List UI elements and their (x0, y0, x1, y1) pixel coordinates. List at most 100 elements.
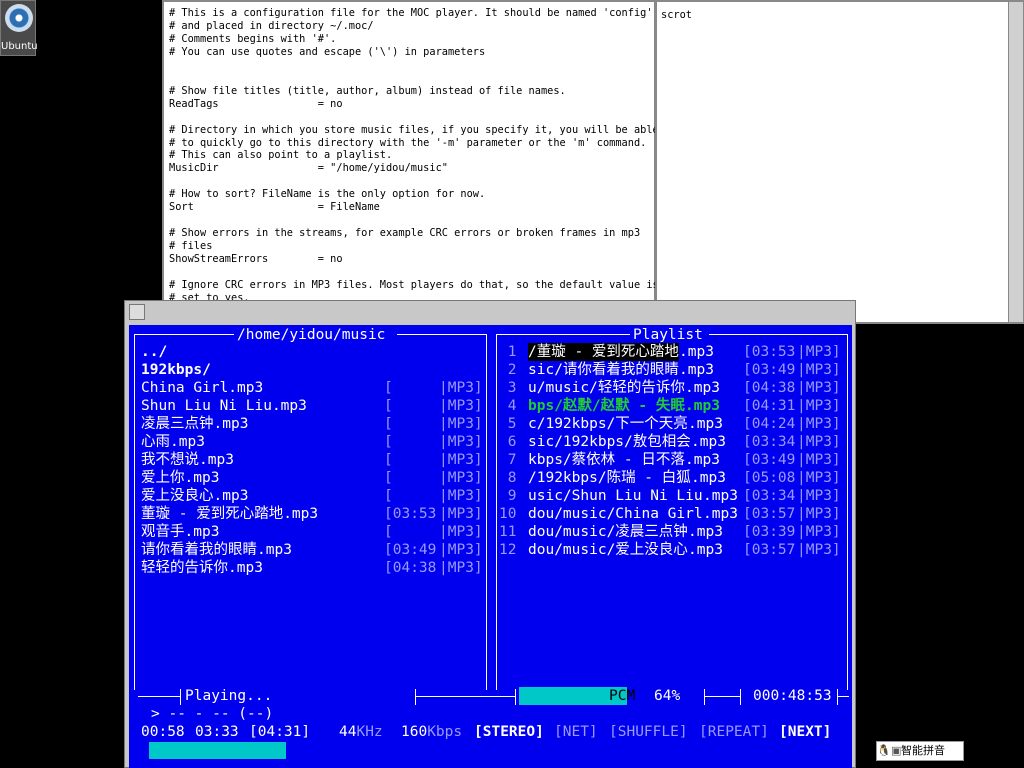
playlist-row[interactable]: 10 dou/music/China Girl .mp3 [03:57 |MP3] (497, 505, 847, 523)
total-time: 000:48:53 (753, 688, 832, 704)
stereo-indicator: [STEREO] (474, 724, 544, 740)
moc-terminal[interactable]: /home/yidou/music Playlist ../ 192kbps/Ch… (129, 325, 852, 768)
playlist-row[interactable]: 7 kbps/蔡依林 - 日不落 .mp3 [03:49 |MP3] (497, 451, 847, 469)
editor-window[interactable]: # This is a configuration file for the M… (162, 0, 659, 324)
status-tick-mid2 (515, 689, 516, 705)
browser-row[interactable]: 爱上你.mp3 [ |MP3] (129, 469, 486, 487)
playlist-entry-path: sic/请你看着我的眼睛 (528, 362, 679, 378)
browser-entry-time: [ (384, 380, 437, 396)
playlist-entry-number: 6 (499, 434, 517, 450)
browser-row[interactable]: 凌晨三点钟.mp3 [ |MP3] (129, 415, 486, 433)
playlist-row[interactable]: 4 bps/赵默/赵默 - 失眠 .mp3 [04:31 |MP3] (497, 397, 847, 415)
editor-line: # Comments begins with '#'. (169, 32, 337, 45)
browser-entry-format: |MP3] (439, 470, 483, 486)
playlist-entry-time: [05:08 (743, 470, 796, 486)
browser-row[interactable]: 董璇 - 爱到死心踏地.mp3 [03:53 |MP3] (129, 505, 486, 523)
playlist-entry-path: u/music/轻轻的告诉你 (528, 380, 685, 396)
playlist-entry-ext: .mp3 (691, 470, 726, 486)
playlist-entry-ext: .mp3 (679, 362, 714, 378)
playlist-entry-path: sic/192kbps/敖包相会 (528, 434, 691, 450)
status-border-right2 (837, 696, 849, 697)
playlist-row[interactable]: 3 u/music/轻轻的告诉你 .mp3 [04:38 |MP3] (497, 379, 847, 397)
playlist-entry-number: 3 (499, 380, 517, 396)
browser-entry-format: |MP3] (439, 488, 483, 504)
next-toggle[interactable]: [NEXT] (779, 723, 831, 741)
playlist-entry-format: |MP3] (797, 452, 841, 468)
browser-row[interactable]: 192kbps/ (129, 361, 486, 379)
playlist-entry-format: |MP3] (797, 362, 841, 378)
browser-row[interactable]: 轻轻的告诉你.mp3 [04:38 |MP3] (129, 559, 486, 577)
bitrate: 160Kbps (401, 723, 462, 741)
browser-entry-time: [ (384, 434, 437, 450)
editor-line: # Show file titles (title, author, album… (169, 84, 566, 97)
editor-line: # Ignore CRC errors in MP3 files. Most p… (169, 279, 659, 292)
current-title: > -- - -- (--) (151, 706, 274, 722)
playlist-entry-path: dou/music/凌晨三点钟 (528, 524, 688, 540)
browser-entry-format: |MP3] (439, 434, 483, 450)
browser-entry-name: 观音手.mp3 (141, 524, 220, 540)
sample-rate-unit: KHz (356, 724, 383, 740)
playlist-row[interactable]: 8/192kbps/陈瑞 - 白狐 .mp3 [05:08 |MP3] (497, 469, 847, 487)
playlist-entry-number: 8 (499, 470, 517, 486)
repeat-toggle[interactable]: [REPEAT] (699, 723, 769, 741)
shuffle-toggle[interactable]: [SHUFFLE] (609, 723, 688, 741)
ubuntu-desktop-icon[interactable]: Ubuntu (0, 0, 37, 56)
playlist-border-top-right (709, 334, 848, 335)
browser-entry-time: [ (384, 452, 437, 468)
playlist-entry-time: [03:34 (743, 434, 796, 450)
playlist-entry-ext: .mp3 (703, 506, 738, 522)
net-indicator: [NET] (554, 724, 598, 740)
browser-row[interactable]: ../ (129, 343, 486, 361)
browser-entry-format: |MP3] (439, 380, 483, 396)
browser-entry-name: China Girl.mp3 (141, 380, 264, 396)
playlist-entry-format: |MP3] (797, 542, 841, 558)
playlist-row[interactable]: 1/董璇 - 爱到死心踏地 .mp3 [03:53 |MP3] (497, 343, 847, 361)
playlist-entry-time: [04:38 (743, 380, 796, 396)
playlist-row[interactable]: 2 sic/请你看着我的眼睛 .mp3 [03:49 |MP3] (497, 361, 847, 379)
playlist-row[interactable]: 11 dou/music/凌晨三点钟 .mp3 [03:39 |MP3] (497, 523, 847, 541)
browser-entry-name: 心雨.mp3 (141, 434, 205, 450)
browser-entry-format: |MP3] (439, 416, 483, 432)
playlist-row[interactable]: 9 usic/Shun Liu Ni Liu .mp3 [03:34 |MP3] (497, 487, 847, 505)
playlist-entry-number: 12 (499, 542, 517, 558)
ime-indicator[interactable]: 🐧▣智能拼音 (876, 741, 964, 761)
playlist-entry-time: [03:49 (743, 452, 796, 468)
playlist-entry-format: |MP3] (797, 398, 841, 414)
browser-entry-name: 192kbps/ (141, 362, 211, 378)
browser-row[interactable]: 观音手.mp3 [ |MP3] (129, 523, 486, 541)
playlist-entry-format: |MP3] (797, 434, 841, 450)
browser-entry-time: [ (384, 488, 437, 504)
browser-entry-name: 请你看着我的眼睛.mp3 (141, 542, 292, 558)
playlist-entry-number: 11 (499, 524, 517, 540)
playback-progress-bar[interactable] (149, 742, 286, 759)
mixer-name: PCM (609, 688, 636, 704)
browser-row[interactable]: Shun Liu Ni Liu.mp3 [ |MP3] (129, 397, 486, 415)
browser-row[interactable]: 心雨.mp3 [ |MP3] (129, 433, 486, 451)
playlist-entry-number: 2 (499, 362, 517, 378)
playlist-entry-ext: .mp3 (685, 452, 720, 468)
browser-entry-time: [ (384, 398, 437, 414)
playlist-entry-ext: .mp3 (679, 344, 714, 360)
window-menu-button[interactable] (129, 304, 145, 320)
browser-row[interactable]: 请你看着我的眼睛.mp3 [03:49 |MP3] (129, 541, 486, 559)
playlist-row[interactable]: 12 dou/music/爱上没良心 .mp3 [03:57 |MP3] (497, 541, 847, 559)
browser-row[interactable]: China Girl.mp3 [ |MP3] (129, 379, 486, 397)
browser-row[interactable]: 我不想说.mp3 [ |MP3] (129, 451, 486, 469)
browser-border-top-left (134, 334, 234, 335)
browser-entry-time: [03:49 (384, 542, 437, 558)
shell-scrollbar[interactable] (1008, 2, 1023, 322)
shell-window[interactable]: scrot (655, 0, 1024, 324)
playlist-entry-path: dou/music/China Girl (528, 506, 703, 522)
track-total-time: [04:31] (249, 724, 311, 740)
playlist-entry-ext: .mp3 (685, 380, 720, 396)
editor-line: # This is a configuration file for the M… (169, 7, 653, 19)
editor-text[interactable]: # This is a configuration file for the M… (169, 7, 659, 318)
browser-entry-name: 董璇 - 爱到死心踏地.mp3 (141, 506, 319, 522)
playlist-row[interactable]: 6 sic/192kbps/敖包相会 .mp3 [03:34 |MP3] (497, 433, 847, 451)
browser-row[interactable]: 爱上没良心.mp3 [ |MP3] (129, 487, 486, 505)
browser-entry-format: |MP3] (439, 542, 483, 558)
shell-text[interactable]: scrot (661, 9, 692, 22)
browser-entry-name: 爱上没良心.mp3 (141, 488, 249, 504)
playlist-entry-time: [03:57 (743, 542, 796, 558)
playlist-row[interactable]: 5 c/192kbps/下一个天亮 .mp3 [04:24 |MP3] (497, 415, 847, 433)
